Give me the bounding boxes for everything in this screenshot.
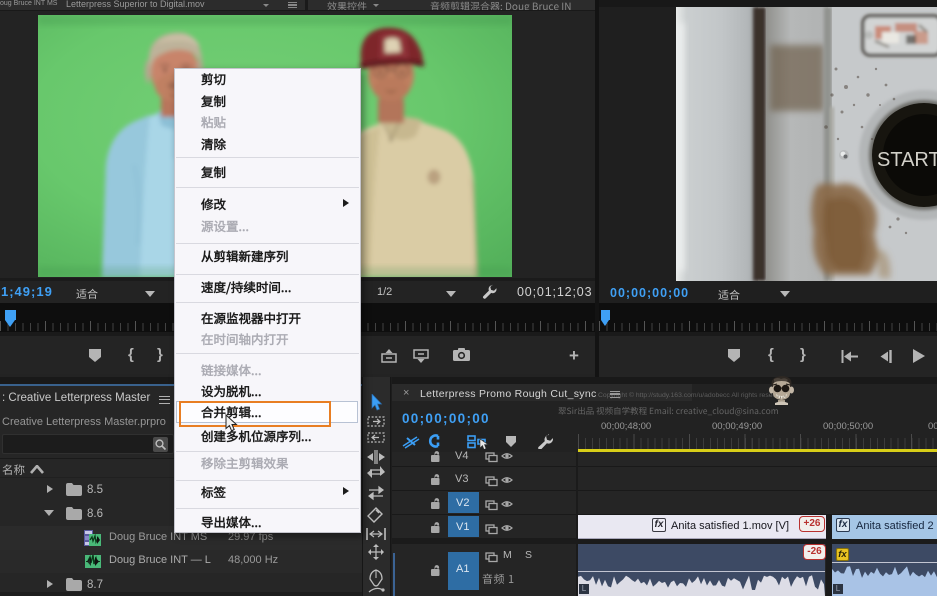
svg-text:START: START — [877, 149, 937, 171]
